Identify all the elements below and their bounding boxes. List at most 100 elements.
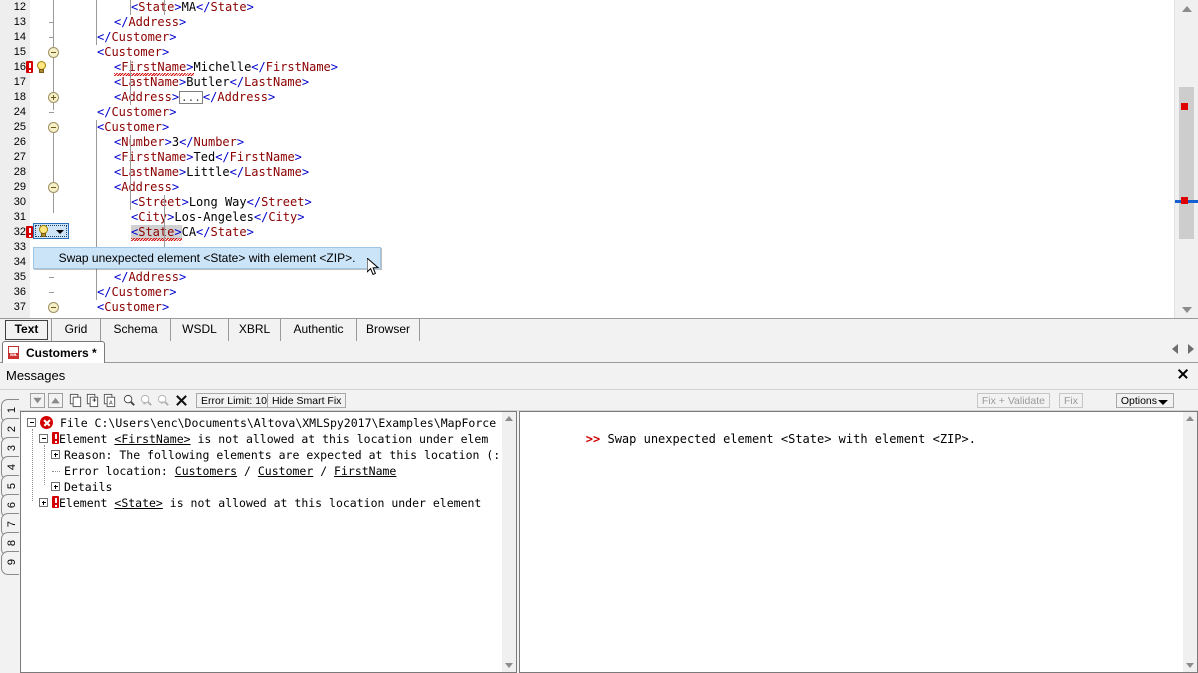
fold-toggle-collapse[interactable] [48,302,59,313]
tab-xbrl[interactable]: XBRL [229,319,281,341]
invalid-element-tag: <FirstName> [114,60,194,74]
code-line[interactable]: 15<Customer> [0,45,1198,60]
expand-toggle-icon[interactable] [39,498,48,507]
expand-toggle-icon[interactable] [51,482,60,491]
document-tab-customers[interactable]: Customers * [2,341,105,363]
error-link[interactable]: FirstName [334,464,396,478]
element-value: Long Way [189,195,247,209]
error-limit-button[interactable]: Error Limit: 100 [196,393,278,408]
error-tree-row[interactable]: Element <State> is not allowed at this l… [25,495,500,511]
code-line[interactable]: 12<State>MA</State> [0,0,1198,15]
code-line[interactable]: 36</Customer> [0,285,1198,300]
scroll-up-icon[interactable] [505,416,513,421]
tab-wsdl[interactable]: WSDL [171,319,229,341]
code-line[interactable]: 18<Address>...</Address> [0,90,1198,105]
code-line[interactable]: 30<Street>Long Way</Street> [0,195,1198,210]
fold-toggle-expand[interactable] [48,92,59,103]
error-tree-row[interactable]: File C:\Users\enc\Documents\Altova\XMLSp… [25,415,500,431]
scroll-down-icon[interactable] [505,663,513,668]
fix-validate-button[interactable]: Fix + Validate [977,393,1050,408]
editor-vertical-scrollbar[interactable] [1174,0,1198,318]
code-line[interactable]: 27<FirstName>Ted</FirstName> [0,150,1198,165]
fold-toggle-collapse[interactable] [48,47,59,58]
error-tree-row[interactable]: Details [25,479,500,495]
error-marker[interactable] [1181,103,1188,110]
error-tree-row[interactable]: Reason: The following elements are expec… [25,447,500,463]
scroll-down-icon[interactable] [1186,663,1194,668]
code-line[interactable]: 32<State>CA</State> [0,225,1198,240]
previous-message-icon[interactable] [48,393,63,408]
tab-browser[interactable]: Browser [357,319,420,341]
error-row-content: Element <FirstName> is not allowed at th… [52,431,488,447]
find-next-icon[interactable] [156,393,171,408]
expand-toggle-icon[interactable] [51,450,60,459]
close-icon[interactable] [1176,367,1190,381]
fold-toggle-collapse[interactable] [48,182,59,193]
error-tree[interactable]: File C:\Users\enc\Documents\Altova\XMLSp… [25,415,500,511]
code-line[interactable]: 17<LastName>Butler</LastName> [0,75,1198,90]
code-line[interactable]: 29<Address> [0,180,1198,195]
error-link[interactable]: Customers [175,464,237,478]
scroll-up-button[interactable] [1175,0,1198,17]
text-editor-view[interactable]: 12<State>MA</State>13</Address>14</Custo… [0,0,1198,318]
chevron-down-icon [56,230,64,234]
errors-scrollbar[interactable] [502,412,516,672]
message-number-tabs[interactable]: 123456789 [0,411,20,673]
error-link[interactable]: Customer [258,464,313,478]
copy-with-children-icon[interactable] [85,393,100,408]
document-tab-nav[interactable] [1172,344,1194,354]
validation-errors-pane[interactable]: File C:\Users\enc\Documents\Altova\XMLSp… [20,411,517,673]
error-tree-row[interactable]: Element <FirstName> is not allowed at th… [25,431,500,447]
fold-tick [49,37,54,38]
code-line[interactable]: 26<Number>3</Number> [0,135,1198,150]
collapse-toggle-icon[interactable] [39,434,48,443]
find-previous-icon[interactable] [139,393,154,408]
copy-all-icon[interactable]: A [102,393,117,408]
error-marker[interactable] [1181,197,1188,204]
hide-smart-fix-button[interactable]: Hide Smart Fix [267,393,346,408]
document-tab-bar[interactable]: Customers * [0,341,1198,363]
smart-fix-suggestion-popup[interactable]: Swap unexpected element <State> with ele… [33,247,381,269]
error-link[interactable]: <State> [114,496,162,510]
error-exclamation-icon[interactable] [26,61,33,73]
tab-authentic[interactable]: Authentic [281,319,357,341]
fold-toggle-collapse[interactable] [48,122,59,133]
code-line[interactable]: 37<Customer> [0,300,1198,315]
code-line[interactable]: 16<FirstName>Michelle</FirstName> [0,60,1198,75]
collapse-toggle-icon[interactable] [27,418,36,427]
message-tab-label: 8 [6,536,18,550]
tab-scroll-left-icon[interactable] [1172,344,1178,354]
code-line[interactable]: 14</Customer> [0,30,1198,45]
error-exclamation-icon[interactable] [26,226,33,238]
scroll-down-button[interactable] [1175,301,1198,318]
code-line[interactable]: 13</Address> [0,15,1198,30]
code-line[interactable]: 35</Address> [0,270,1198,285]
next-message-icon[interactable] [30,393,45,408]
code-text: <LastName>Butler</LastName> [114,75,309,90]
lightbulb-icon[interactable] [36,61,47,73]
error-tree-row[interactable]: Error location: Customers / Customer / F… [25,463,500,479]
scroll-up-icon[interactable] [1186,416,1194,421]
tab-schema[interactable]: Schema [101,319,171,341]
code-line[interactable]: 28<LastName>Little</LastName> [0,165,1198,180]
chevron-down-icon[interactable] [1158,400,1168,405]
error-link[interactable]: <FirstName> [114,432,190,446]
clear-messages-icon[interactable] [175,394,188,407]
code-line[interactable]: 31<City>Los-Angeles</City> [0,210,1198,225]
find-icon[interactable] [122,393,137,408]
tab-grid[interactable]: Grid [52,319,101,341]
smart-fix-button[interactable] [33,223,69,239]
tab-scroll-right-icon[interactable] [1188,344,1194,354]
message-tab-9[interactable]: 9 [1,551,19,575]
messages-toolbar[interactable]: A Error Limit: 100 Hide Smart Fix Fix + … [0,389,1198,411]
fix-button[interactable]: Fix [1059,393,1083,408]
smart-fix-scrollbar[interactable] [1183,412,1197,672]
smart-fix-entry[interactable]: >> Swap unexpected element <State> with … [528,418,976,460]
tab-text[interactable]: Text [2,319,52,341]
view-tab-bar[interactable]: TextGridSchemaWSDLXBRLAuthenticBrowser [0,318,1198,341]
code-line[interactable]: 24</Customer> [0,105,1198,120]
collapsed-content-box[interactable]: ... [179,91,203,104]
copy-icon[interactable] [68,393,83,408]
code-line[interactable]: 25<Customer> [0,120,1198,135]
smart-fix-pane[interactable]: >> Swap unexpected element <State> with … [519,411,1198,673]
